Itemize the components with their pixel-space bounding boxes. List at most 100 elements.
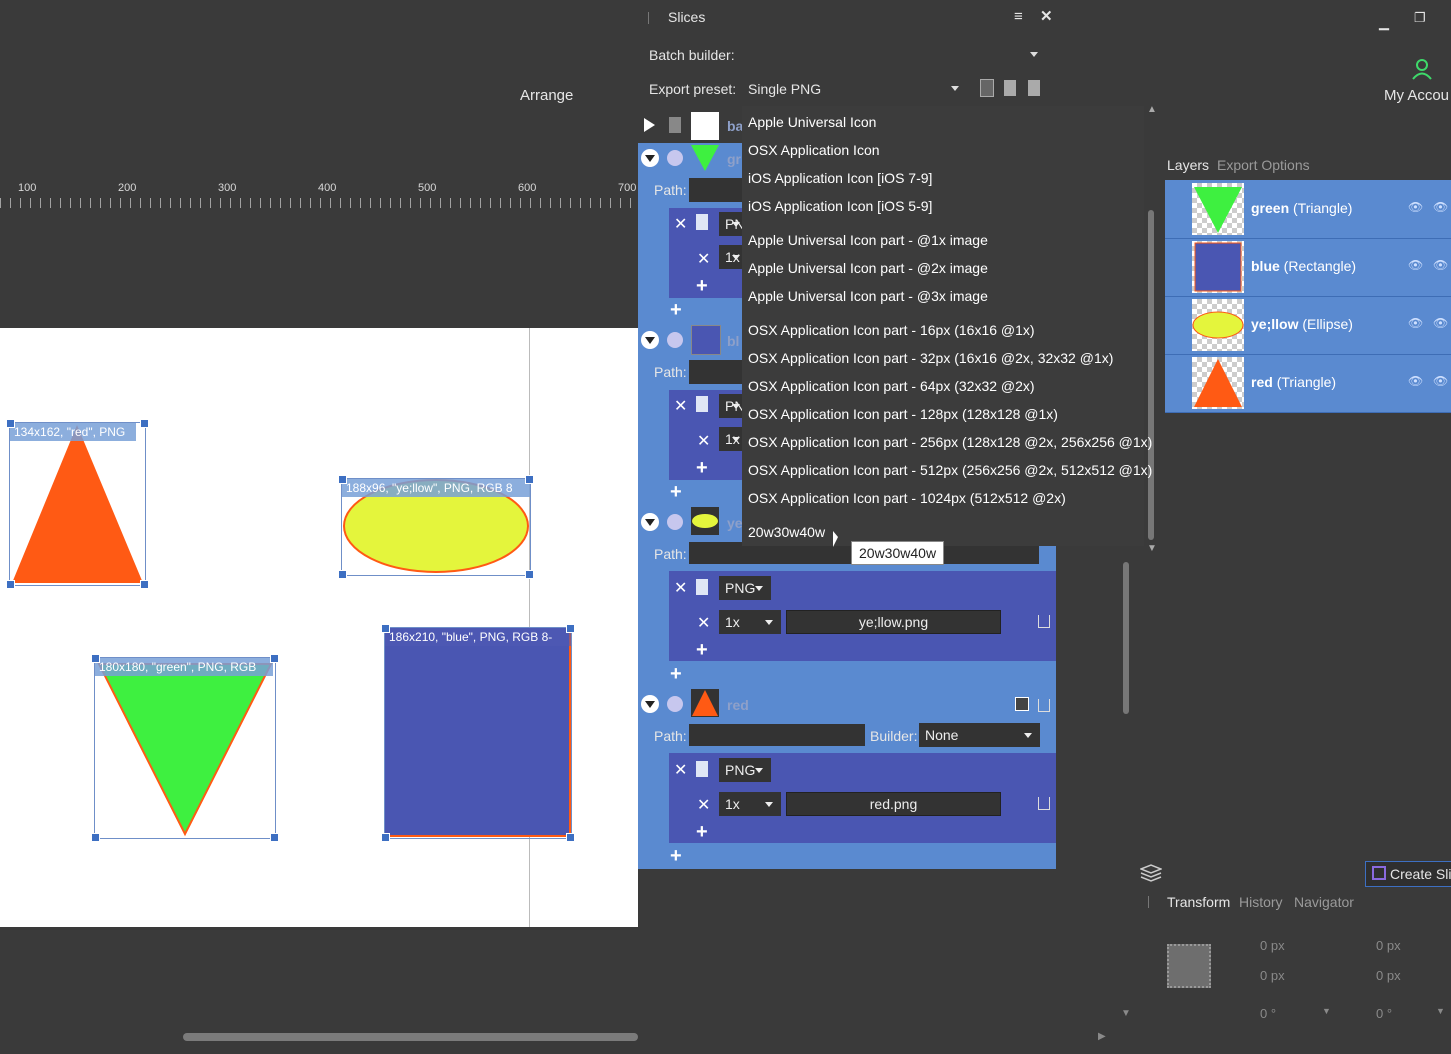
scroll-right-icon[interactable]: ▶ <box>1098 1031 1106 1042</box>
restore-icon[interactable]: ❐ <box>1414 10 1426 26</box>
scale-select[interactable]: 1x <box>719 610 781 634</box>
horizontal-scrollbar[interactable] <box>183 1033 638 1041</box>
collapse-toggle-icon[interactable] <box>641 149 659 167</box>
tab-export-options[interactable]: Export Options <box>1217 157 1310 173</box>
menu-item[interactable]: Apple Universal Icon part - @2x image <box>748 260 988 276</box>
remove-format-icon[interactable]: ✕ <box>674 578 687 598</box>
panel-close-icon[interactable]: ✕ <box>1040 7 1053 25</box>
add-preset-icon[interactable] <box>1028 80 1040 96</box>
menu-item[interactable]: OSX Application Icon part - 1024px (512x… <box>748 490 1066 506</box>
remove-scale-icon[interactable]: ✕ <box>697 613 710 633</box>
minimize-icon[interactable]: ▁ <box>1379 15 1389 31</box>
resize-handle[interactable] <box>6 580 15 589</box>
batch-builder-dropdown-icon[interactable] <box>1030 52 1038 57</box>
layer-row-yellow[interactable]: ye;llow (Ellipse) 👁 👁 <box>1165 296 1451 355</box>
resize-handle[interactable] <box>566 624 575 633</box>
menu-item[interactable]: Apple Universal Icon part - @3x image <box>748 288 988 304</box>
collapse-toggle-icon[interactable] <box>641 331 659 349</box>
add-scale-icon[interactable]: + <box>696 639 708 662</box>
add-format-icon[interactable]: + <box>670 299 682 322</box>
add-scale-icon[interactable]: + <box>696 821 708 844</box>
account-icon[interactable] <box>1412 58 1432 80</box>
menu-item[interactable]: Apple Universal Icon part - @1x image <box>748 232 988 248</box>
resize-handle[interactable] <box>381 624 390 633</box>
layer-row-green[interactable]: green (Triangle) 👁 👁 <box>1165 180 1451 239</box>
resize-handle[interactable] <box>270 833 279 842</box>
blue-slice[interactable]: 186x210, "blue", PNG, RGB 8- <box>381 624 575 842</box>
add-format-icon[interactable]: + <box>670 845 682 868</box>
scroll-up-icon[interactable]: ▲ <box>1147 104 1157 115</box>
expand-arrow-icon[interactable] <box>644 118 655 132</box>
collapse-toggle-icon[interactable] <box>641 695 659 713</box>
menu-item[interactable]: OSX Application Icon part - 64px (32x32 … <box>748 378 1035 394</box>
create-slice-button[interactable]: Create Sli <box>1365 861 1451 887</box>
menu-item[interactable]: 20w30w40w <box>748 524 825 540</box>
tab-navigator[interactable]: Navigator <box>1294 894 1354 910</box>
transform-w-field[interactable]: 0 px <box>1376 938 1401 953</box>
remove-format-icon[interactable]: ✕ <box>674 760 687 780</box>
layer-row-blue[interactable]: blue (Rectangle) 👁 👁 <box>1165 238 1451 297</box>
layers-stack-icon[interactable] <box>1138 864 1164 882</box>
blend-icon[interactable] <box>667 150 683 166</box>
path-input[interactable] <box>689 724 865 746</box>
shear-chevron-icon[interactable]: ▼ <box>1436 1006 1445 1016</box>
scale-select[interactable]: 1x <box>719 792 781 816</box>
resize-handle[interactable] <box>525 475 534 484</box>
resize-handle[interactable] <box>338 475 347 484</box>
remove-scale-icon[interactable]: ✕ <box>697 795 710 815</box>
paste-preset-icon[interactable] <box>1004 80 1016 96</box>
visibility-icon[interactable]: 👁 <box>1433 258 1448 272</box>
blend-icon[interactable] <box>667 514 683 530</box>
yellow-slice[interactable]: 188x96, "ye;llow", PNG, RGB 8 <box>338 475 534 579</box>
remove-scale-icon[interactable]: ✕ <box>697 431 710 451</box>
document-canvas[interactable]: 134x162, "red", PNG 188x96, "ye;llow", P… <box>0 328 638 927</box>
menu-item[interactable]: OSX Application Icon <box>748 142 880 158</box>
blend-icon[interactable] <box>667 696 683 712</box>
resize-handle[interactable] <box>270 654 279 663</box>
add-scale-icon[interactable]: + <box>696 457 708 480</box>
export-icon[interactable] <box>1038 797 1050 810</box>
arrange-menu[interactable]: Arrange <box>520 87 573 104</box>
layer-row-red[interactable]: red (Triangle) 👁 👁 <box>1165 354 1451 413</box>
format-select[interactable]: PNG <box>719 576 771 600</box>
resize-handle[interactable] <box>140 419 149 428</box>
menu-item[interactable]: OSX Application Icon part - 512px (256x2… <box>748 462 1152 478</box>
resize-handle[interactable] <box>566 833 575 842</box>
filename-field[interactable]: ye;llow.png <box>786 610 1001 634</box>
export-icon[interactable] <box>1038 699 1050 712</box>
path-input[interactable] <box>689 360 742 384</box>
menu-scrollbar[interactable] <box>1148 210 1154 540</box>
lock-visibility-icon[interactable]: 👁 <box>1408 316 1423 330</box>
tab-history[interactable]: History <box>1239 894 1283 910</box>
transform-shear-field[interactable]: 0 ° <box>1376 1006 1392 1021</box>
menu-item[interactable]: OSX Application Icon part - 16px (16x16 … <box>748 322 1035 338</box>
transform-x-field[interactable]: 0 px <box>1260 938 1285 953</box>
green-slice[interactable]: 180x180, "green", PNG, RGB <box>91 654 279 842</box>
filename-field[interactable]: red.png <box>786 792 1001 816</box>
visibility-icon[interactable]: 👁 <box>1433 374 1448 388</box>
format-select[interactable]: PNG <box>719 758 771 782</box>
visibility-icon[interactable]: 👁 <box>1433 316 1448 330</box>
menu-item[interactable]: OSX Application Icon part - 32px (16x16 … <box>748 350 1113 366</box>
collapse-toggle-icon[interactable] <box>641 513 659 531</box>
remove-format-icon[interactable]: ✕ <box>674 396 687 416</box>
resize-handle[interactable] <box>6 419 15 428</box>
rotation-chevron-icon[interactable]: ▼ <box>1322 1006 1331 1016</box>
export-icon[interactable] <box>1038 615 1050 628</box>
resize-handle[interactable] <box>381 833 390 842</box>
resize-handle[interactable] <box>525 570 534 579</box>
lock-visibility-icon[interactable]: 👁 <box>1408 374 1423 388</box>
scroll-down-icon[interactable]: ▼ <box>1147 543 1157 554</box>
blend-icon[interactable] <box>667 332 683 348</box>
resize-handle[interactable] <box>338 570 347 579</box>
path-input[interactable] <box>689 178 742 202</box>
add-format-icon[interactable]: + <box>670 481 682 504</box>
panel-scrollbar[interactable] <box>1123 562 1129 714</box>
panel-menu-icon[interactable]: ≡ <box>1014 8 1023 25</box>
export-preset-chevron-icon[interactable] <box>951 86 959 91</box>
transform-y-field[interactable]: 0 px <box>1260 968 1285 983</box>
add-scale-icon[interactable]: + <box>696 275 708 298</box>
lock-visibility-icon[interactable]: 👁 <box>1408 200 1423 214</box>
tab-layers[interactable]: Layers <box>1167 157 1209 173</box>
add-format-icon[interactable]: + <box>670 663 682 686</box>
